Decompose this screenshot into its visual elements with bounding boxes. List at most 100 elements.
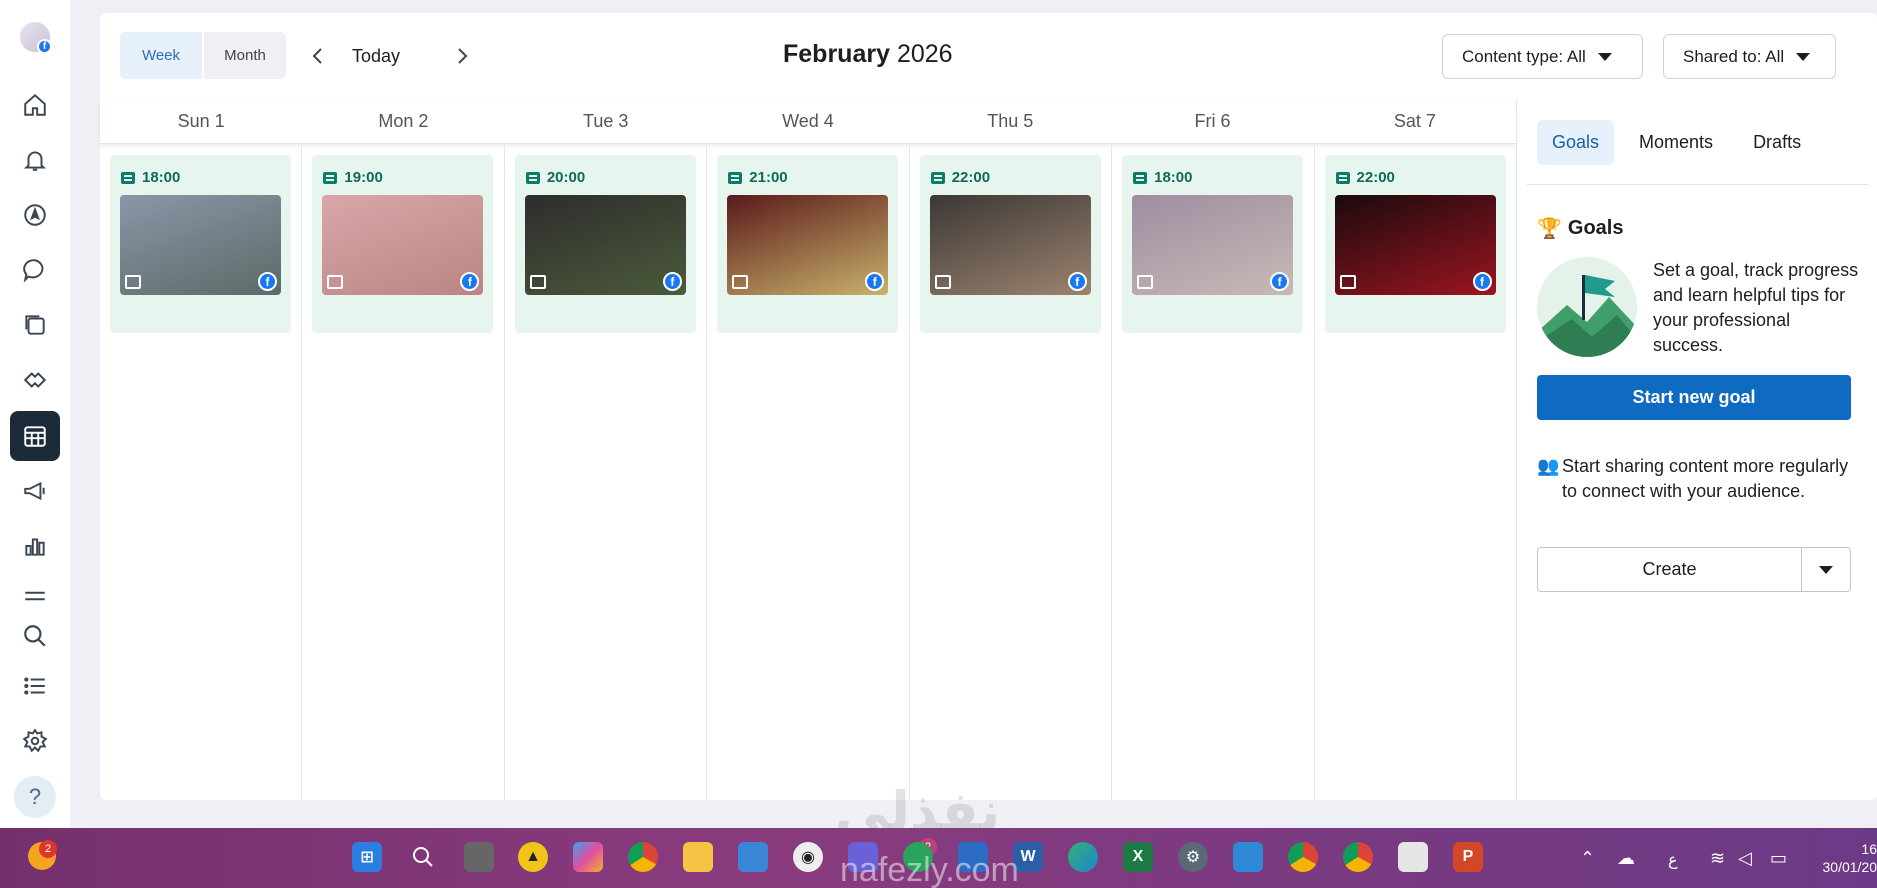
- search-icon[interactable]: [408, 842, 438, 872]
- day-column[interactable]: 18:00 f: [1112, 145, 1315, 800]
- day-column[interactable]: 20:00 f: [505, 145, 708, 800]
- app-triangle-icon[interactable]: ▲: [518, 842, 548, 872]
- planner-calendar-icon[interactable]: [10, 411, 60, 461]
- help-icon[interactable]: ?: [14, 776, 56, 818]
- page-avatar[interactable]: f: [20, 22, 52, 54]
- day-column[interactable]: 22:00 f: [1315, 145, 1516, 800]
- post-thumbnail[interactable]: [929, 195, 1091, 295]
- compass-icon[interactable]: [10, 190, 60, 240]
- scheduled-post-card[interactable]: 22:00 f: [919, 155, 1101, 333]
- post-type-icon: [1133, 171, 1148, 184]
- tab-moments[interactable]: Moments: [1624, 120, 1728, 165]
- tab-drafts[interactable]: Drafts: [1738, 120, 1816, 165]
- volume-icon[interactable]: ◁: [1738, 848, 1752, 869]
- insights-chart-icon[interactable]: [10, 521, 60, 571]
- scheduled-post-card[interactable]: 22:00 f: [1324, 155, 1506, 333]
- divider: [1527, 184, 1868, 185]
- weather-badge: 2: [39, 840, 57, 858]
- post-time: 19:00: [323, 169, 383, 186]
- content-library-icon[interactable]: [10, 300, 60, 350]
- scheduled-post-card[interactable]: 20:00 f: [514, 155, 696, 333]
- post-thumbnail[interactable]: [1132, 195, 1294, 295]
- search-icon[interactable]: [10, 611, 60, 661]
- chrome-profile-icon[interactable]: [1288, 842, 1318, 872]
- ads-megaphone-icon[interactable]: [10, 466, 60, 516]
- scheduled-post-card[interactable]: 19:00 f: [312, 155, 494, 333]
- day-header: Thu 5: [987, 111, 1034, 131]
- snipping-tool-icon[interactable]: [1398, 842, 1428, 872]
- post-time: 20:00: [525, 169, 586, 186]
- content-type-filter[interactable]: Content type: All: [1442, 34, 1643, 79]
- home-icon[interactable]: [10, 80, 60, 130]
- post-type-icon: [930, 171, 945, 184]
- day-column[interactable]: 19:00 f: [302, 145, 505, 800]
- create-button[interactable]: Create: [1538, 548, 1802, 591]
- notifications-bell-icon[interactable]: [10, 135, 60, 185]
- trophy-icon: 🏆: [1537, 218, 1562, 240]
- create-dropdown-button[interactable]: [1802, 548, 1850, 591]
- tab-goals[interactable]: Goals: [1537, 120, 1615, 165]
- planner-card: Week Month Today February 2026 Content t…: [100, 13, 1877, 800]
- content-type-filter-label: Content type: All: [1462, 46, 1586, 66]
- onedrive-icon[interactable]: ☁: [1617, 848, 1635, 869]
- image-icon: [1137, 275, 1154, 289]
- next-week-button[interactable]: [449, 43, 475, 69]
- post-thumbnail[interactable]: [1334, 195, 1496, 295]
- file-explorer-icon[interactable]: [683, 842, 713, 872]
- image-icon: [1339, 275, 1356, 289]
- clock[interactable]: 16 30/01/20: [1818, 840, 1877, 876]
- post-time-text: 18:00: [1154, 169, 1193, 186]
- battery-icon[interactable]: ▭: [1770, 848, 1787, 869]
- start-new-goal-button[interactable]: Start new goal: [1537, 375, 1851, 420]
- store-icon[interactable]: [738, 842, 768, 872]
- facebook-icon: f: [1067, 272, 1087, 291]
- photos-icon[interactable]: [1233, 842, 1263, 872]
- post-thumbnail[interactable]: [727, 195, 889, 295]
- caret-down-icon: [1597, 52, 1612, 61]
- day-column[interactable]: 22:00 f: [910, 145, 1113, 800]
- post-time: 22:00: [930, 169, 990, 186]
- post-time-text: 18:00: [142, 169, 181, 186]
- image-icon: [327, 275, 344, 289]
- settings-gear-icon[interactable]: [10, 716, 60, 766]
- edge-icon[interactable]: [1068, 842, 1098, 872]
- task-view-icon[interactable]: [464, 842, 494, 872]
- partnerships-icon[interactable]: [10, 355, 60, 405]
- copilot-icon[interactable]: [573, 842, 603, 872]
- post-thumbnail[interactable]: [322, 195, 484, 295]
- powerpoint-icon[interactable]: P: [1453, 842, 1483, 872]
- facebook-icon: f: [1270, 272, 1290, 291]
- post-time-text: 20:00: [546, 169, 586, 186]
- day-column[interactable]: 21:00 f: [707, 145, 910, 800]
- messages-icon[interactable]: [10, 245, 60, 295]
- wifi-icon[interactable]: ≋: [1710, 848, 1725, 869]
- previous-week-button[interactable]: [305, 43, 331, 69]
- scheduled-post-card[interactable]: 21:00 f: [717, 155, 899, 333]
- start-windows-icon[interactable]: ⊞: [352, 842, 382, 872]
- post-time-text: 19:00: [344, 169, 383, 186]
- excel-icon[interactable]: X: [1123, 842, 1153, 872]
- day-column[interactable]: 18:00 f: [100, 145, 303, 800]
- all-tools-list-icon[interactable]: [10, 661, 60, 711]
- scheduled-post-card[interactable]: 18:00 f: [1122, 155, 1304, 333]
- day-header: Tue 3: [583, 111, 629, 131]
- chevron-up-icon[interactable]: ⌃: [1580, 848, 1595, 869]
- week-view-button[interactable]: Week: [120, 32, 204, 79]
- scheduled-post-card[interactable]: 18:00 f: [110, 155, 291, 333]
- today-button[interactable]: Today: [352, 41, 400, 71]
- post-thumbnail[interactable]: [120, 195, 281, 295]
- post-type-icon: [525, 171, 540, 184]
- shared-to-filter[interactable]: Shared to: All: [1663, 34, 1836, 79]
- chrome-icon[interactable]: [628, 842, 658, 872]
- panda-app-icon[interactable]: ◉: [793, 842, 823, 872]
- settings-gear-icon[interactable]: ⚙: [1178, 842, 1208, 872]
- language-indicator[interactable]: ع: [1668, 850, 1678, 870]
- month-view-button[interactable]: Month: [204, 32, 286, 79]
- goals-heading: 🏆 Goals: [1537, 216, 1623, 241]
- day-header: Fri 6: [1194, 111, 1231, 131]
- facebook-icon: f: [1472, 272, 1492, 291]
- post-thumbnail[interactable]: [524, 195, 686, 295]
- chrome-second-profile-icon[interactable]: [1343, 842, 1373, 872]
- facebook-icon: f: [37, 39, 52, 54]
- goal-flag-illustration: [1537, 257, 1637, 357]
